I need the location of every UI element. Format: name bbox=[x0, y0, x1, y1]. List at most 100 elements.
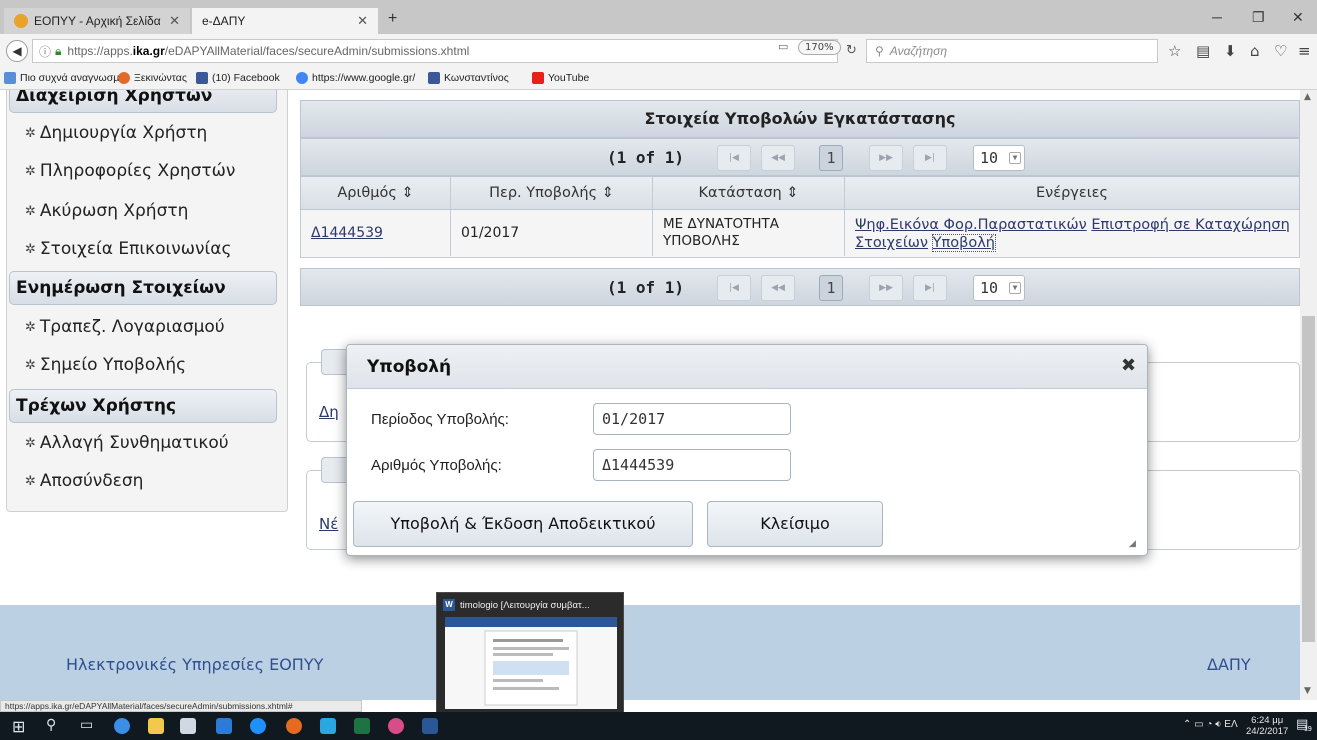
store-icon[interactable] bbox=[180, 718, 196, 734]
gear-icon: ✲ bbox=[25, 473, 36, 489]
edge-browser-icon[interactable] bbox=[114, 718, 130, 734]
chevron-down-icon: ▼ bbox=[1009, 152, 1021, 164]
close-tab-icon[interactable]: ✕ bbox=[357, 13, 368, 29]
bookmark-most-visited[interactable]: Πιο συχνά αναγνωσμ... bbox=[4, 72, 128, 84]
footer-brand: ΔΑΠΥ bbox=[1207, 655, 1251, 674]
submit-and-receipt-button[interactable]: Υποβολή & Έκδοση Αποδεικτικού bbox=[353, 501, 693, 547]
background-link[interactable]: Νέ bbox=[319, 515, 338, 533]
cell-period: 01/2017 bbox=[451, 210, 653, 256]
sidebar-item-user-info[interactable]: ✲ Πληροφορίες Χρηστών bbox=[25, 161, 235, 181]
sidebar-item-bank-account[interactable]: ✲ Τραπεζ. Λογαριασμού bbox=[25, 317, 225, 337]
column-period[interactable]: Περ. Υποβολής ⇕ bbox=[451, 177, 653, 209]
tab-eopyy[interactable]: ΕΟΠΥΥ - Αρχική Σελίδα ✕ bbox=[4, 8, 190, 34]
bookmark-star-icon[interactable]: ☆ bbox=[1168, 42, 1181, 60]
digital-image-link[interactable]: Ψηφ.Εικόνα Φορ.Παραστατικών bbox=[855, 217, 1087, 233]
sidebar-item-change-password[interactable]: ✲ Αλλαγή Συνθηματικού bbox=[25, 433, 229, 453]
info-icon[interactable]: ⓘ bbox=[39, 43, 51, 60]
download-icon[interactable]: ⬇ bbox=[1224, 42, 1237, 60]
lock-icon[interactable]: 🔒︎ bbox=[55, 44, 61, 59]
reload-icon[interactable]: ↻ bbox=[846, 43, 857, 58]
bookmark-getting-started[interactable]: Ξεκινώντας bbox=[118, 72, 187, 84]
search-input[interactable]: ⚲ Αναζήτηση bbox=[866, 39, 1158, 63]
eopyy-favicon-icon bbox=[14, 14, 28, 28]
number-field[interactable]: Δ1444539 bbox=[593, 449, 791, 481]
home-icon[interactable]: ⌂ bbox=[1250, 42, 1260, 60]
rows-per-page-select[interactable]: 10 ▼ bbox=[973, 145, 1025, 171]
bookmark-youtube[interactable]: YouTube bbox=[532, 72, 589, 84]
pocket-icon[interactable]: ♡ bbox=[1274, 42, 1287, 60]
bookmark-label: Πιο συχνά αναγνωσμ... bbox=[20, 72, 129, 84]
next-page-icon[interactable]: ▶▶ bbox=[869, 275, 903, 301]
ie-icon[interactable] bbox=[250, 718, 266, 734]
bookmark-facebook[interactable]: (10) Facebook bbox=[196, 72, 280, 84]
sidebar-item-label: Σημείο Υποβολής bbox=[39, 355, 187, 375]
bookmark-google[interactable]: https://www.google.gr/ bbox=[296, 72, 415, 84]
excel-icon[interactable] bbox=[354, 718, 370, 734]
clock-time: 6:24 μμ bbox=[1251, 715, 1284, 726]
current-page[interactable]: 1 bbox=[819, 145, 843, 171]
background-link[interactable]: Δη bbox=[319, 403, 339, 421]
word-icon: W bbox=[443, 599, 455, 611]
sidebar-item-contact-info[interactable]: ✲ Στοιχεία Επικοινωνίας bbox=[25, 239, 231, 259]
media-player-icon[interactable] bbox=[388, 718, 404, 734]
search-icon[interactable]: ⚲ bbox=[46, 717, 56, 733]
task-view-icon[interactable]: ▭ bbox=[80, 717, 93, 733]
start-icon[interactable]: ⊞ bbox=[12, 717, 25, 736]
zoom-level[interactable]: 170% bbox=[798, 40, 841, 55]
close-window-icon[interactable]: ✕ bbox=[1292, 9, 1304, 26]
column-status[interactable]: Κατάσταση ⇕ bbox=[653, 177, 845, 209]
tab-edapy[interactable]: e-ΔΑΠΥ ✕ bbox=[192, 8, 378, 34]
prev-page-icon[interactable]: ◀◀ bbox=[761, 275, 795, 301]
language-indicator[interactable]: ΕΛ bbox=[1224, 719, 1237, 730]
taskbar-thumbnail-preview[interactable]: Wtimologio [Λειτουργία συμβατ... bbox=[436, 592, 624, 714]
sidebar-item-submission-point[interactable]: ✲ Σημείο Υποβολής bbox=[25, 355, 186, 375]
close-button[interactable]: Κλείσιμο bbox=[707, 501, 883, 547]
scroll-thumb[interactable] bbox=[1302, 316, 1315, 642]
resize-handle-icon[interactable]: ◢ bbox=[1129, 539, 1136, 549]
close-tab-icon[interactable]: ✕ bbox=[169, 13, 180, 29]
back-button[interactable]: ◀ bbox=[6, 40, 28, 62]
clock[interactable]: 6:24 μμ 24/2/2017 bbox=[1246, 715, 1288, 737]
submission-number-link[interactable]: Δ1444539 bbox=[311, 225, 383, 241]
next-page-icon[interactable]: ▶▶ bbox=[869, 145, 903, 171]
minimize-icon[interactable]: ─ bbox=[1212, 9, 1222, 25]
last-page-icon[interactable]: ▶| bbox=[913, 275, 947, 301]
sidebar-item-cancel-user[interactable]: ✲ Ακύρωση Χρήστη bbox=[25, 201, 188, 221]
sidebar-item-create-user[interactable]: ✲ Δημιουργία Χρήστη bbox=[25, 123, 207, 143]
reader-view-icon[interactable]: ▭ bbox=[778, 40, 788, 53]
current-page[interactable]: 1 bbox=[819, 275, 843, 301]
prev-page-icon[interactable]: ◀◀ bbox=[761, 145, 795, 171]
menu-icon[interactable]: ≡ bbox=[1298, 42, 1311, 60]
gear-icon: ✲ bbox=[25, 435, 36, 451]
word-icon[interactable] bbox=[422, 718, 438, 734]
system-tray[interactable]: ⌃ ▭ ◔ 🔉︎ ΕΛ bbox=[1183, 719, 1238, 730]
sidebar-item-label: Αποσύνδεση bbox=[39, 471, 144, 491]
submit-link[interactable]: Υποβολή bbox=[931, 234, 997, 252]
close-icon[interactable]: ✖ bbox=[1121, 355, 1136, 376]
outlook-icon[interactable] bbox=[216, 718, 232, 734]
bookmarks-library-icon[interactable]: ▤ bbox=[1196, 42, 1210, 60]
maximize-icon[interactable]: ❐ bbox=[1252, 9, 1265, 26]
url-bar[interactable]: ⓘ 🔒︎ https://apps. ika.gr/eDAPYAllMateria… bbox=[32, 39, 838, 63]
scroll-down-icon[interactable]: ▼ bbox=[1304, 686, 1311, 696]
column-number[interactable]: Αριθμός ⇕ bbox=[301, 177, 451, 209]
first-page-icon[interactable]: |◀ bbox=[717, 275, 751, 301]
thumbnail-title: Wtimologio [Λειτουργία συμβατ... bbox=[443, 599, 590, 611]
rows-per-page-select[interactable]: 10 ▼ bbox=[973, 275, 1025, 301]
windows-taskbar: ⊞ ⚲ ▭ ⌃ ▭ ◔ 🔉︎ ΕΛ 6:24 μμ 24/2/2017 ▤ 19 bbox=[0, 712, 1317, 740]
page-report: (1 of 1) bbox=[607, 148, 685, 167]
sidebar: Διαχείριση Χρηστών ✲ Δημιουργία Χρήστη ✲ Π… bbox=[6, 90, 288, 512]
facebook-icon bbox=[428, 72, 440, 84]
firefox-icon[interactable] bbox=[286, 718, 302, 734]
cell-status: ΜΕ ΔΥΝΑΤΟΤΗΤΑ ΥΠΟΒΟΛΗΣ bbox=[653, 210, 845, 256]
sidebar-item-logout[interactable]: ✲ Αποσύνδεση bbox=[25, 471, 143, 491]
new-tab-button[interactable]: + bbox=[388, 10, 397, 28]
file-explorer-icon[interactable] bbox=[148, 718, 164, 734]
last-page-icon[interactable]: ▶| bbox=[913, 145, 947, 171]
skype-icon[interactable] bbox=[320, 718, 336, 734]
bookmark-konstantinos[interactable]: Κωνσταντίνος bbox=[428, 72, 509, 84]
period-field[interactable]: 01/2017 bbox=[593, 403, 791, 435]
scroll-up-icon[interactable]: ▲ bbox=[1304, 92, 1311, 102]
vertical-scrollbar[interactable]: ▲ ▼ bbox=[1300, 90, 1317, 700]
first-page-icon[interactable]: |◀ bbox=[717, 145, 751, 171]
